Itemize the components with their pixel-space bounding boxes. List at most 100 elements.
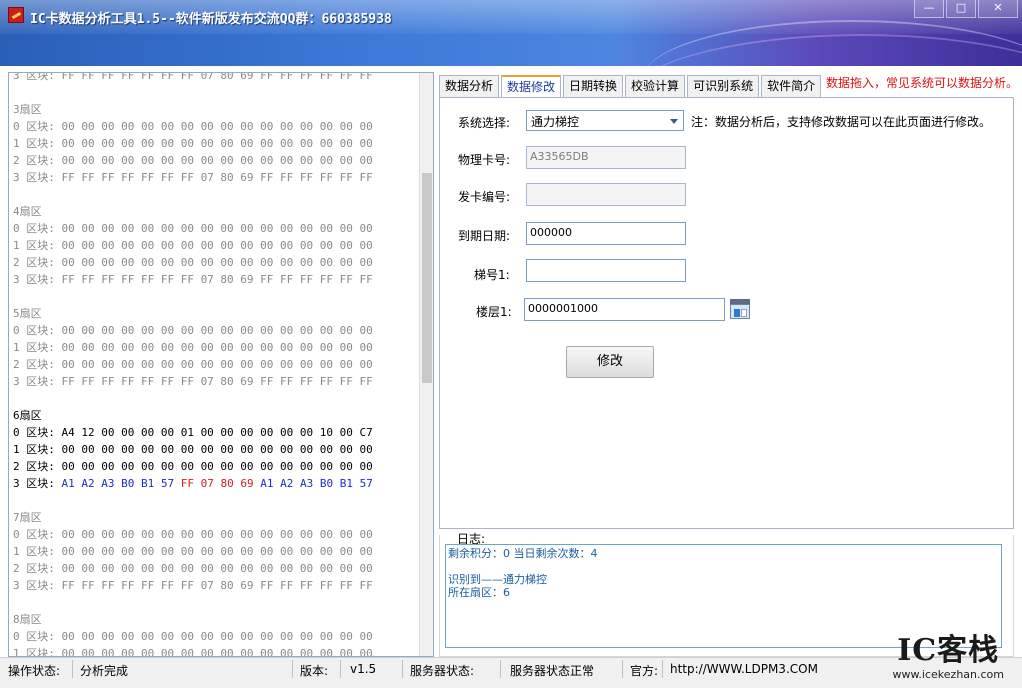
block-row: 2 区块: 00 00 00 00 00 00 00 00 00 00 00 0… <box>13 154 373 167</box>
block-row: 0 区块: A4 12 00 00 00 00 01 00 00 00 00 0… <box>13 426 373 439</box>
system-select[interactable]: 通力梯控 <box>526 110 684 131</box>
version-label: 版本: <box>300 664 329 678</box>
card-number-label: 物理卡号: <box>458 153 511 167</box>
sector-heading: 8扇区 <box>13 613 42 626</box>
status-divider <box>72 660 73 678</box>
hex-dump-content: 3 区块: FF FF FF FF FF FF FF 07 80 69 FF F… <box>13 72 413 657</box>
issue-number-label: 发卡编号: <box>458 190 511 204</box>
block-row: 2 区块: 00 00 00 00 00 00 00 00 00 00 00 0… <box>13 562 373 575</box>
chevron-down-icon <box>670 119 678 124</box>
minimize-button[interactable]: — <box>914 0 944 18</box>
modify-button[interactable]: 修改 <box>566 346 654 378</box>
vertical-scrollbar[interactable] <box>419 73 433 656</box>
hex-byte: A2 <box>81 477 102 490</box>
watermark-logo-text: IC客栈 <box>897 633 1000 668</box>
tab-5[interactable]: 可识别系统 <box>687 75 760 97</box>
hex-byte: 07 <box>200 477 221 490</box>
tab-6[interactable]: 软件简介 <box>761 75 822 97</box>
block-row: 1 区块: 00 00 00 00 00 00 00 00 00 00 00 0… <box>13 647 373 657</box>
calendar-body <box>730 304 750 319</box>
hex-byte: 57 <box>160 477 181 490</box>
ladder-number-label: 梯号1: <box>474 268 510 282</box>
tab-4[interactable]: 校验计算 <box>625 75 686 97</box>
scrollbar-thumb[interactable] <box>422 173 432 383</box>
hex-byte: FF <box>180 477 201 490</box>
log-line: 识别到——通力梯控 <box>448 573 547 586</box>
status-divider <box>622 660 623 678</box>
tab-3[interactable]: 日期转换 <box>563 75 624 97</box>
issue-number-field[interactable] <box>526 183 686 206</box>
log-line: 所在扇区：6 <box>448 586 510 599</box>
sector-heading: 3扇区 <box>13 103 42 116</box>
sector-heading: 7扇区 <box>13 511 42 524</box>
drag-drop-notice: 数据拖入，常见系统可以数据分析。 <box>826 76 1019 90</box>
server-status-value: 服务器状态正常 <box>510 664 595 678</box>
tab-2[interactable]: 数据修改 <box>501 75 562 98</box>
hex-byte: 80 <box>220 477 241 490</box>
block-row: 2 区块: 00 00 00 00 00 00 00 00 00 00 00 0… <box>13 358 373 371</box>
block-row: 0 区块: 00 00 00 00 00 00 00 00 00 00 00 0… <box>13 120 373 133</box>
block-label: 3 区块: <box>13 477 62 490</box>
watermark-url: www.icekezhan.com <box>892 668 1004 681</box>
block-row: 1 区块: 00 00 00 00 00 00 00 00 00 00 00 0… <box>13 341 373 354</box>
tab-panel-data-modify: 系统选择: 通力梯控 注：数据分析后，支持修改数据可以在此页面进行修改。 物理卡… <box>439 97 1014 529</box>
block-row: 1 区块: 00 00 00 00 00 00 00 00 00 00 00 0… <box>13 545 373 558</box>
app-icon <box>8 7 24 23</box>
hex-byte: A2 <box>280 477 300 490</box>
server-status-label: 服务器状态: <box>410 664 475 678</box>
status-divider <box>500 660 501 678</box>
block-row: 3 区块: FF FF FF FF FF FF FF 07 80 69 FF F… <box>13 72 373 82</box>
system-note: 注：数据分析后，支持修改数据可以在此页面进行修改。 <box>691 115 992 129</box>
block-row: 0 区块: 00 00 00 00 00 00 00 00 00 00 00 0… <box>13 222 373 235</box>
system-select-value: 通力梯控 <box>531 115 580 129</box>
hex-byte: A1 <box>61 477 82 490</box>
block-row: 1 区块: 00 00 00 00 00 00 00 00 00 00 00 0… <box>13 443 373 456</box>
close-button[interactable]: ✕ <box>978 0 1018 18</box>
block-row: 0 区块: 00 00 00 00 00 00 00 00 00 00 00 0… <box>13 528 373 541</box>
ladder-number-field[interactable] <box>526 259 686 282</box>
hex-byte: B1 <box>339 477 360 490</box>
block-row: 3 区块: FF FF FF FF FF FF FF 07 80 69 FF F… <box>13 273 373 286</box>
expire-date-label: 到期日期: <box>458 229 511 243</box>
hex-dump-panel[interactable]: 3 区块: FF FF FF FF FF FF FF 07 80 69 FF F… <box>8 72 434 657</box>
block-row: 3 区块: FF FF FF FF FF FF FF 07 80 69 FF F… <box>13 375 373 388</box>
hex-byte: B0 <box>319 477 340 490</box>
system-select-label: 系统选择: <box>458 116 511 130</box>
card-number-field[interactable]: A33565DB <box>526 146 686 169</box>
status-divider <box>402 660 403 678</box>
maximize-button[interactable]: □ <box>946 0 976 18</box>
hex-byte: 69 <box>240 477 261 490</box>
site-label: 官方: <box>630 664 659 678</box>
expire-date-field[interactable]: 000000 <box>526 222 686 245</box>
calendar-icon[interactable] <box>729 298 751 320</box>
block-row: 1 区块: 00 00 00 00 00 00 00 00 00 00 00 0… <box>13 137 373 150</box>
block-row: 3 区块: FF FF FF FF FF FF FF 07 80 69 FF F… <box>13 171 373 184</box>
hex-byte: B1 <box>141 477 161 490</box>
status-divider <box>340 660 341 678</box>
hex-byte: 57 <box>359 477 373 490</box>
op-status-label: 操作状态: <box>8 664 61 678</box>
block-row: 3 区块: FF FF FF FF FF FF FF 07 80 69 FF F… <box>13 579 373 592</box>
sector-heading: 4扇区 <box>13 205 42 218</box>
hex-byte: A3 <box>300 477 320 490</box>
block-row: 0 区块: 00 00 00 00 00 00 00 00 00 00 00 0… <box>13 324 373 337</box>
calendar-cell <box>734 309 740 317</box>
floor-field[interactable]: 0000001000 <box>524 298 725 321</box>
floor-label: 楼层1: <box>476 305 512 319</box>
block-row: 0 区块: 00 00 00 00 00 00 00 00 00 00 00 0… <box>13 630 373 643</box>
status-bar: 操作状态: 分析完成 版本: v1.5 服务器状态: 服务器状态正常 官方: h… <box>0 657 1022 688</box>
status-divider <box>292 660 293 678</box>
block-row: 1 区块: 00 00 00 00 00 00 00 00 00 00 00 0… <box>13 239 373 252</box>
site-watermark: IC客栈 www.icekezhan.com <box>892 633 1004 682</box>
log-line: 剩余积分：0 当日剩余次数：4 <box>448 547 598 560</box>
version-value: v1.5 <box>350 662 377 676</box>
hex-byte: B0 <box>121 477 141 490</box>
tab-1[interactable]: 数据分析 <box>439 75 500 97</box>
window-controls: — □ ✕ <box>914 0 1018 18</box>
site-link[interactable]: http://WWW.LDPM3.COM <box>670 662 818 676</box>
title-bar: IC卡数据分析工具1.5--软件新版发布交流QQ群：660385938 — □ … <box>0 0 1022 66</box>
